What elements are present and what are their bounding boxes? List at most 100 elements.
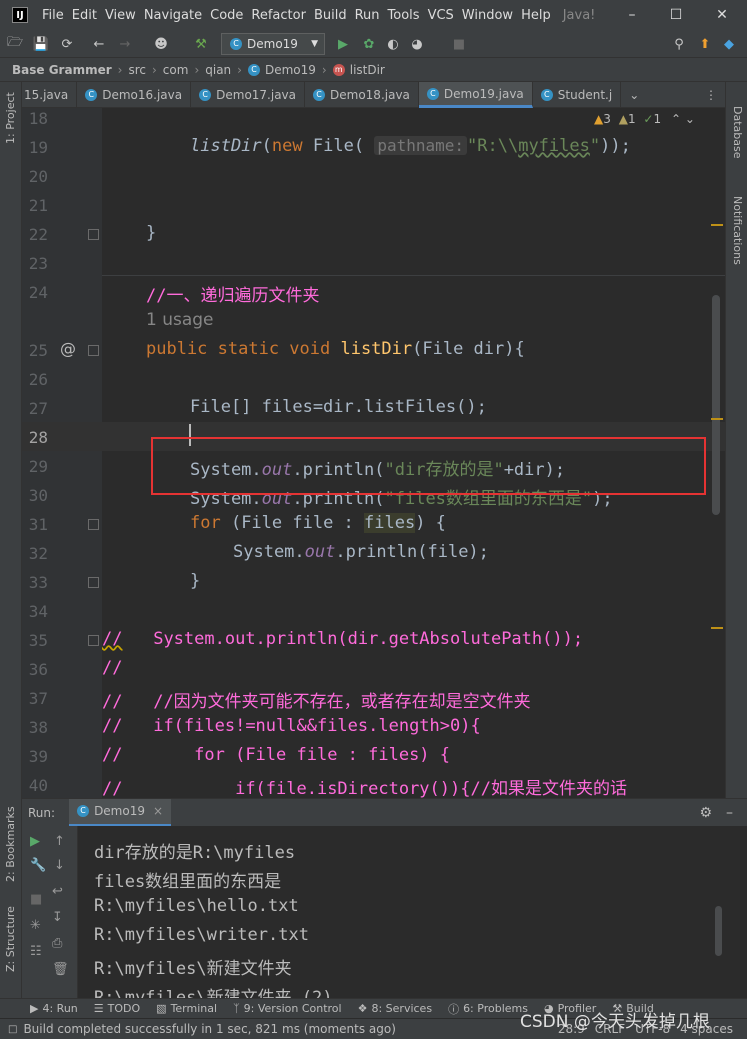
fold-icon[interactable] [88, 345, 99, 356]
print-icon[interactable]: ⎙ [52, 936, 62, 951]
fold-icon[interactable] [88, 519, 99, 530]
coverage-icon[interactable]: ◐ [384, 35, 402, 53]
hide-panel-icon[interactable]: – [726, 805, 733, 821]
soft-wrap-icon[interactable]: ↩ [52, 884, 63, 899]
line-number: 18 [28, 109, 48, 128]
fold-icon[interactable] [88, 577, 99, 588]
bottom-tab-services[interactable]: ❖ 8: Services [358, 1002, 432, 1015]
crumb-project[interactable]: Base Grammer [12, 63, 112, 77]
tab-demo19[interactable]: C Demo19.java [418, 82, 533, 108]
bottom-tab-terminal[interactable]: ▧ Terminal [156, 1002, 217, 1015]
back-arrow-icon[interactable]: ← [90, 35, 108, 53]
build-hammer-icon[interactable]: ⚒ [192, 35, 210, 53]
menu-run[interactable]: Run [351, 8, 384, 23]
menu-help[interactable]: Help [517, 8, 555, 23]
method-icon: m [332, 63, 345, 76]
user-icon[interactable]: ☻ [152, 35, 170, 53]
stop-icon[interactable]: ■ [30, 892, 42, 907]
error-stripe-mark[interactable] [711, 418, 723, 420]
gear-icon[interactable]: ⚙ [699, 805, 712, 821]
status-message[interactable]: Build completed successfully in 1 sec, 8… [23, 1022, 395, 1036]
bottom-tab-label: 4: Run [42, 1002, 78, 1015]
usage-hint[interactable]: 1 usage [146, 310, 214, 330]
database-tool-button[interactable]: Database [731, 106, 744, 159]
crumb-method[interactable]: listDir [350, 63, 385, 77]
close-icon[interactable]: ✕ [700, 0, 744, 30]
bottom-tab-version-control[interactable]: ᛉ 9: Version Control [233, 1002, 342, 1015]
tab-demo17[interactable]: C Demo17.java [191, 82, 306, 108]
scroll-to-end-icon[interactable]: ↧ [52, 910, 63, 925]
tab-demo18[interactable]: C Demo18.java [305, 82, 419, 108]
override-gutter-icon[interactable]: @ [60, 339, 76, 358]
class-icon: C [85, 89, 98, 101]
pin-icon[interactable]: ☷ [30, 944, 42, 959]
menu-tools[interactable]: Tools [384, 8, 424, 23]
menu-edit[interactable]: Edit [68, 8, 101, 23]
crumb-com[interactable]: com [163, 63, 189, 77]
tab-demo16[interactable]: C Demo16.java [77, 82, 192, 108]
tab-student[interactable]: C Student.j [533, 82, 622, 108]
line-number: 40 [28, 776, 48, 795]
bottom-tab-problems[interactable]: ⓘ 6: Problems [448, 1001, 528, 1017]
console-output[interactable]: dir存放的是R:\myfiles files数组里面的东西是 R:\myfil… [78, 826, 725, 998]
forward-arrow-icon[interactable]: → [116, 35, 134, 53]
menu-navigate[interactable]: Navigate [140, 8, 206, 23]
wrench-icon[interactable]: 🔧 [30, 858, 46, 873]
restore-layout-icon[interactable]: ✳ [30, 918, 41, 933]
minimize-icon[interactable]: – [610, 0, 654, 30]
tabs-overflow-icon[interactable]: ⌄ [621, 82, 647, 108]
console-scrollbar[interactable] [715, 906, 722, 956]
project-tool-button[interactable]: 1: Project [4, 92, 17, 144]
search-icon[interactable]: ⚲ [670, 35, 688, 53]
inspection-widget[interactable]: ▲3 ▲1 ✓1 ⌃ ⌄ [594, 112, 695, 126]
structure-tool-button[interactable]: Z: Structure [4, 906, 17, 972]
menu-view[interactable]: View [101, 8, 140, 23]
annotation-red-box [151, 437, 706, 495]
scroll-down-icon[interactable]: ↓ [54, 858, 65, 873]
crumb-qian[interactable]: qian [205, 63, 231, 77]
crumb-class[interactable]: Demo19 [265, 63, 316, 77]
stop-icon[interactable]: ■ [450, 35, 468, 53]
bookmarks-tool-button[interactable]: 2: Bookmarks [4, 806, 17, 882]
code-line-19: listDir(new File( pathname: "R:\\myfiles"… [190, 136, 631, 156]
code-text: (File dir){ [412, 339, 525, 359]
save-icon[interactable]: 💾 [32, 35, 50, 53]
line-number: 29 [28, 457, 48, 476]
debug-icon[interactable]: ✿ [360, 35, 378, 53]
crumb-src[interactable]: src [128, 63, 146, 77]
menu-vcs[interactable]: VCS [424, 8, 458, 23]
menu-refactor[interactable]: Refactor [247, 8, 310, 23]
code-editor[interactable]: ▲3 ▲1 ✓1 ⌃ ⌄ 18 19 20 21 22 23 24 25 26 … [22, 108, 725, 798]
bottom-tab-todo[interactable]: ☰ TODO [94, 1002, 140, 1015]
open-folder-icon[interactable]: 🗁 [6, 35, 24, 53]
menu-code[interactable]: Code [206, 8, 247, 23]
fold-icon[interactable] [88, 635, 99, 646]
rerun-icon[interactable]: ▶ [30, 834, 40, 849]
bottom-tab-run[interactable]: ▶ 4: Run [30, 1002, 78, 1015]
class-icon: C [540, 89, 553, 101]
error-stripe-mark[interactable] [711, 627, 723, 629]
run-config-select[interactable]: C Demo19 ▼ [221, 33, 325, 55]
run-icon[interactable]: ▶ [334, 35, 352, 53]
run-tab-demo19[interactable]: C Demo19 × [69, 798, 172, 827]
sync-icon[interactable]: ⟳ [58, 35, 76, 53]
close-tab-icon[interactable]: × [153, 804, 163, 818]
toolbox-icon[interactable]: ◆ [720, 35, 738, 53]
profile-icon[interactable]: ◕ [408, 35, 426, 53]
error-stripe-mark[interactable] [711, 224, 723, 226]
maximize-icon[interactable]: ☐ [654, 0, 698, 30]
scroll-up-icon[interactable]: ↑ [54, 834, 65, 849]
notifications-tool-button[interactable]: Notifications [731, 196, 744, 265]
console-line: files数组里面的东西是 [94, 872, 282, 892]
console-line: R:\myfiles\hello.txt [94, 896, 299, 916]
more-tabs-icon[interactable]: ⋮ [697, 82, 725, 108]
code-comment: if(files!=null&&files.length>0){ [153, 716, 481, 736]
menu-build[interactable]: Build [310, 8, 351, 23]
trash-icon[interactable]: 🗑 [52, 962, 69, 977]
menu-file[interactable]: File [38, 8, 68, 23]
menu-window[interactable]: Window [458, 8, 517, 23]
editor-scrollbar[interactable] [712, 295, 720, 515]
tab-15-java[interactable]: 15.java [22, 82, 78, 108]
update-icon[interactable]: ⬆ [696, 35, 714, 53]
fold-icon[interactable] [88, 229, 99, 240]
